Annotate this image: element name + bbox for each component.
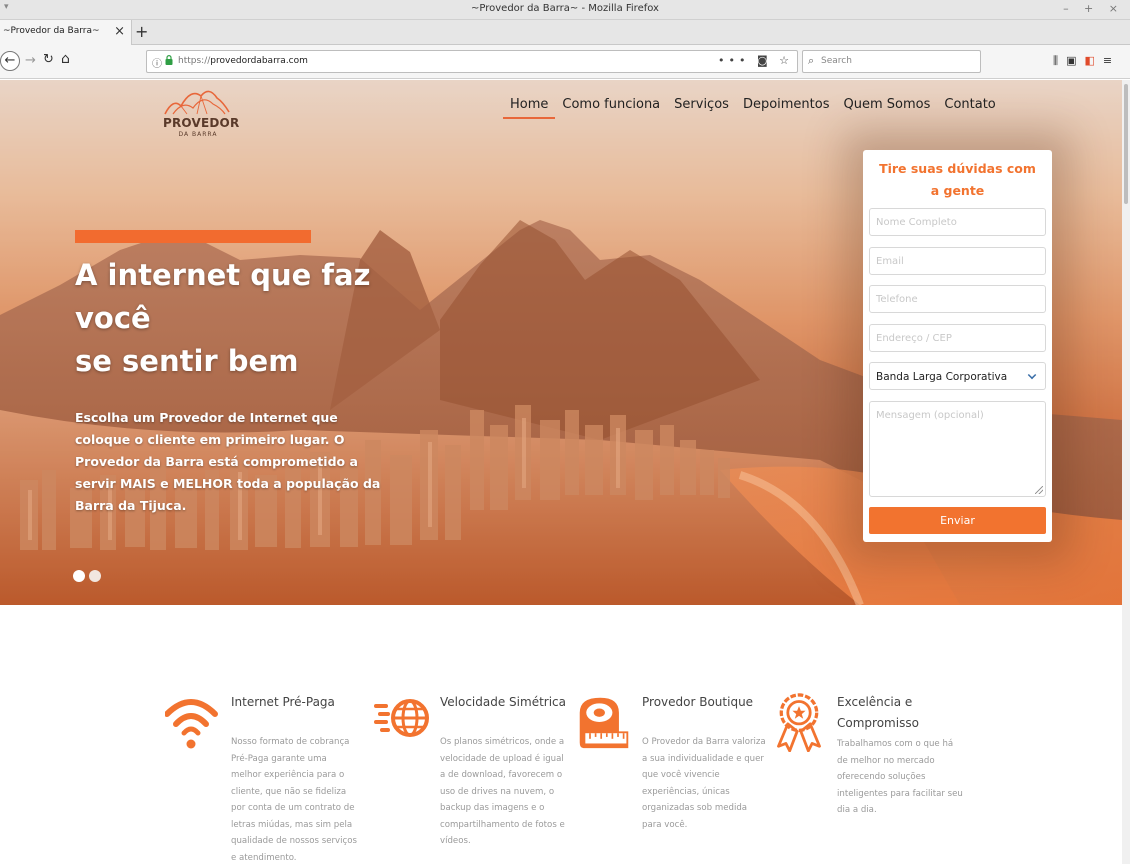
search-field[interactable]: ⌕ Search — [802, 50, 981, 73]
nav-quem-somos[interactable]: Quem Somos — [837, 97, 938, 119]
carousel-dot-2[interactable] — [89, 570, 101, 582]
measuring-tape-icon — [579, 697, 629, 749]
url-text[interactable]: https://provedordabarra.com — [178, 56, 308, 66]
back-button[interactable]: ← — [0, 51, 20, 71]
submit-button[interactable]: Enviar — [869, 507, 1046, 534]
browser-toolbar: ← → ↻ ⌂ ⓘ https://provedordabarra.com ••… — [0, 45, 1130, 79]
carousel-dot-1[interactable] — [73, 570, 85, 582]
search-placeholder: Search — [821, 56, 852, 66]
library-icon: ⫼ — [1053, 54, 1067, 67]
sidebar-icon: ▣ — [1066, 54, 1085, 67]
search-icon: ⌕ — [808, 54, 815, 67]
page-viewport: PROVEDOR DA BARRA Home Como funciona Ser… — [0, 80, 1130, 864]
feature-description: O Provedor da Barra valoriza a sua indiv… — [642, 737, 766, 830]
feature-description: Nosso formato de cobrança Pré-Paga garan… — [231, 737, 357, 863]
email-field[interactable]: Email — [869, 247, 1046, 275]
chevron-down-icon — [1027, 370, 1037, 380]
browser-tab[interactable]: ~Provedor da Barra~ × — [0, 20, 132, 45]
address-field[interactable]: Endereço / CEP — [869, 324, 1046, 352]
feature-title: Velocidade Simétrica — [440, 695, 566, 709]
resize-handle-icon[interactable] — [1035, 486, 1043, 494]
form-title: Tire suas dúvidas com a gente — [879, 161, 1036, 198]
plan-select[interactable]: Banda Larga Corporativa — [869, 362, 1046, 390]
feature-description: Os planos simétricos, onde a velocidade … — [440, 737, 565, 846]
plan-select-value: Banda Larga Corporativa — [876, 371, 1008, 383]
feature-title: Excelência e Compromisso — [837, 695, 919, 730]
contact-form: Tire suas dúvidas com a gente Nome Compl… — [863, 150, 1052, 542]
scrollbar-thumb[interactable] — [1124, 84, 1128, 204]
tab-close-icon[interactable]: × — [114, 24, 125, 39]
logo-mountains-icon — [164, 90, 230, 115]
carousel-dots — [73, 567, 105, 586]
phone-field[interactable]: Telefone — [869, 285, 1046, 313]
wifi-icon — [165, 699, 218, 749]
nav-servicos[interactable]: Serviços — [667, 97, 736, 119]
nav-depoimentos[interactable]: Depoimentos — [736, 97, 837, 119]
message-placeholder: Mensagem (opcional) — [876, 410, 984, 421]
tab-title: ~Provedor da Barra~ — [3, 26, 100, 36]
site-info-icon[interactable]: ⓘ — [152, 55, 162, 70]
main-nav: Home Como funciona Serviços Depoimentos … — [503, 97, 1003, 121]
home-button[interactable]: ⌂ — [61, 51, 70, 67]
headline-accent-bar — [75, 230, 311, 243]
lock-icon — [165, 55, 173, 65]
hero-headline: A internet que faz você se sentir bem — [75, 258, 371, 378]
award-ribbon-icon — [777, 693, 821, 752]
new-tab-button[interactable]: + — [135, 22, 148, 41]
window-controls[interactable]: – + × — [1063, 2, 1124, 15]
toolbar-icons[interactable]: ⫼▣◧≡ — [1053, 54, 1120, 68]
logo-title: PROVEDOR — [163, 116, 240, 130]
feature-description: Trabalhamos com o que há de melhor no me… — [837, 739, 963, 815]
window-title: ~Provedor da Barra~ - Mozilla Firefox — [471, 3, 659, 14]
page-actions-icon[interactable]: ••• ◙ ☆ — [718, 54, 793, 67]
nav-contato[interactable]: Contato — [937, 97, 1002, 119]
hero-subtext: Escolha um Provedor de Internet que colo… — [75, 410, 381, 513]
message-field[interactable]: Mensagem (opcional) — [869, 401, 1046, 497]
nav-como-funciona[interactable]: Como funciona — [555, 97, 667, 119]
feature-title: Provedor Boutique — [642, 695, 754, 709]
extension-icon: ◧ — [1084, 54, 1103, 67]
window-titlebar: ▾ ~Provedor da Barra~ - Mozilla Firefox … — [0, 0, 1130, 20]
name-field[interactable]: Nome Completo — [869, 208, 1046, 236]
logo-subtitle: DA BARRA — [178, 131, 218, 138]
menu-icon: ≡ — [1102, 54, 1121, 67]
hero-banner: PROVEDOR DA BARRA Home Como funciona Ser… — [0, 80, 1122, 605]
reload-button[interactable]: ↻ — [43, 52, 54, 67]
url-bar[interactable]: ⓘ https://provedordabarra.com ••• ◙ ☆ — [146, 50, 798, 73]
site-logo[interactable]: PROVEDOR DA BARRA — [163, 86, 240, 144]
nav-home[interactable]: Home — [503, 97, 556, 119]
fast-globe-icon — [374, 699, 429, 737]
tab-strip: ~Provedor da Barra~ × + — [0, 20, 1130, 45]
forward-button[interactable]: → — [25, 53, 36, 68]
page-scrollbar[interactable] — [1122, 80, 1130, 864]
feature-title: Internet Pré-Paga — [231, 695, 335, 709]
